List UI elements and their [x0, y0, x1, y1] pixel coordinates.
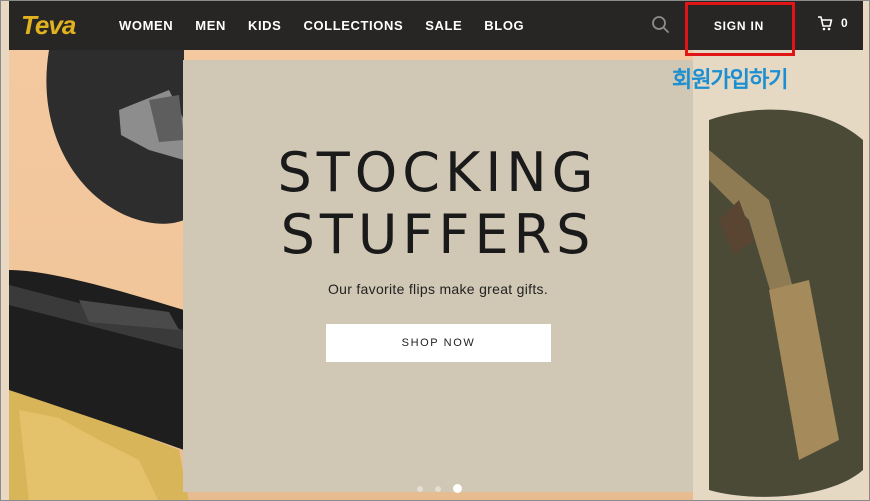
- shop-now-button[interactable]: SHOP NOW: [326, 324, 551, 362]
- hero-banner: STOCKING STUFFERS Our favorite flips mak…: [9, 50, 863, 500]
- browser-frame: STOCKING STUFFERS Our favorite flips mak…: [0, 0, 870, 501]
- promo-panel: STOCKING STUFFERS Our favorite flips mak…: [183, 60, 693, 492]
- carousel-dot-2[interactable]: [435, 485, 441, 492]
- teva-logo[interactable]: Teva: [19, 9, 91, 41]
- promo-subline: Our favorite flips make great gifts.: [327, 281, 549, 297]
- cart-button[interactable]: 0: [817, 15, 848, 31]
- svg-text:Teva: Teva: [21, 10, 76, 40]
- teva-logo-image: Teva: [21, 10, 77, 40]
- annotation-label: 회원가입하기: [672, 68, 788, 93]
- nav-item-blog[interactable]: BLOG: [484, 18, 524, 33]
- search-icon[interactable]: [649, 13, 673, 37]
- carousel-dot-3[interactable]: [453, 484, 462, 493]
- nav-item-sale[interactable]: SALE: [425, 18, 462, 33]
- nav-item-kids[interactable]: KIDS: [248, 18, 281, 33]
- nav-item-collections[interactable]: COLLECTIONS: [303, 18, 403, 33]
- promo-headline: STOCKING STUFFERS: [183, 142, 693, 266]
- cart-icon: [818, 16, 833, 31]
- nav-item-women[interactable]: WOMEN: [119, 18, 173, 33]
- cart-count: 0: [841, 16, 848, 30]
- headline-line-1: STOCKING: [277, 141, 599, 204]
- main-menu: WOMEN MEN KIDS COLLECTIONS SALE BLOG: [119, 1, 546, 50]
- carousel-dots: [417, 484, 462, 493]
- signin-highlight-box: [685, 2, 795, 56]
- nav-item-men[interactable]: MEN: [195, 18, 226, 33]
- headline-line-2: STUFFERS: [280, 203, 596, 266]
- carousel-dot-1[interactable]: [417, 485, 423, 492]
